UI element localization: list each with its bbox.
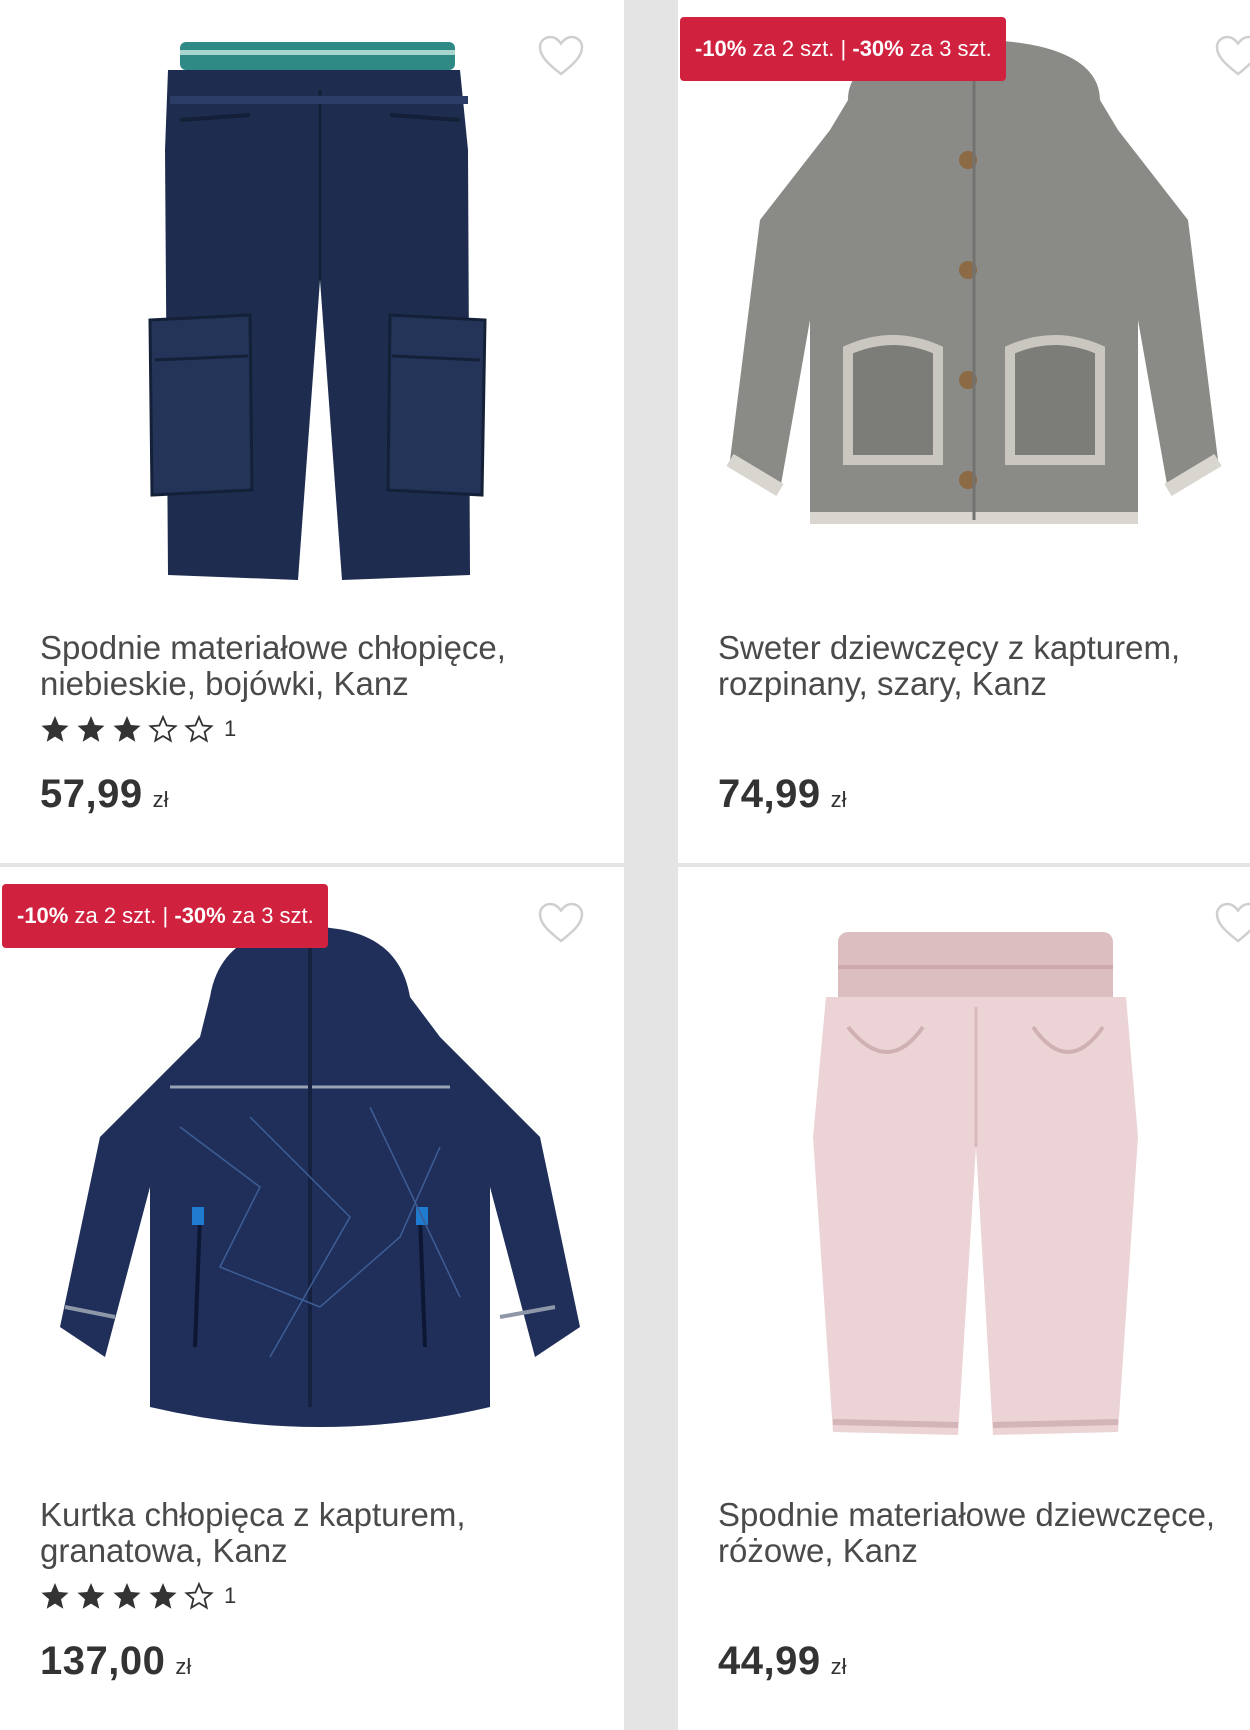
star-filled-icon [112, 1581, 142, 1611]
star-filled-icon [76, 1581, 106, 1611]
product-title[interactable]: Kurtka chłopięca z kapturem, granatowa, … [40, 1497, 600, 1569]
heart-outline-icon[interactable] [1214, 901, 1250, 945]
star-filled-icon [40, 1581, 70, 1611]
promo-badge: -10% za 2 szt. | -30% za 3 szt. [2, 884, 328, 948]
star-empty-icon [184, 714, 214, 744]
heart-outline-icon[interactable] [537, 901, 585, 945]
star-empty-icon [148, 714, 178, 744]
product-card[interactable]: -10% za 2 szt. | -30% za 3 szt. Sweter d… [678, 0, 1250, 863]
rating-stars: 1 [40, 712, 236, 746]
heart-outline-icon[interactable] [1214, 34, 1250, 78]
rating-count: 1 [224, 716, 237, 741]
star-filled-icon [40, 714, 70, 744]
star-filled-icon [76, 714, 106, 744]
star-filled-icon [148, 1581, 178, 1611]
product-image[interactable] [20, 20, 604, 590]
product-price: 57,99 zł [40, 772, 169, 816]
star-filled-icon [112, 714, 142, 744]
heart-outline-icon[interactable] [537, 34, 585, 78]
product-image[interactable] [698, 887, 1250, 1457]
product-image[interactable] [20, 887, 604, 1457]
product-title[interactable]: Spodnie materiałowe dziewczęce, różowe, … [718, 1497, 1248, 1569]
product-price: 74,99 zł [718, 772, 847, 816]
product-card[interactable]: -10% za 2 szt. | -30% za 3 szt. Kurtka c… [0, 867, 624, 1730]
product-price: 137,00 zł [40, 1639, 192, 1683]
rating-count: 1 [224, 1583, 237, 1608]
product-title[interactable]: Spodnie materiałowe chłopięce, niebieski… [40, 630, 600, 702]
product-title[interactable]: Sweter dziewczęcy z kapturem, rozpinany,… [718, 630, 1248, 702]
product-image[interactable] [698, 20, 1250, 590]
rating-stars: 1 [40, 1579, 236, 1613]
star-empty-icon [184, 1581, 214, 1611]
product-card[interactable]: Spodnie materiałowe dziewczęce, różowe, … [678, 867, 1250, 1730]
product-price: 44,99 zł [718, 1639, 847, 1683]
product-card[interactable]: Spodnie materiałowe chłopięce, niebieski… [0, 0, 624, 863]
promo-badge: -10% za 2 szt. | -30% za 3 szt. [680, 17, 1006, 81]
